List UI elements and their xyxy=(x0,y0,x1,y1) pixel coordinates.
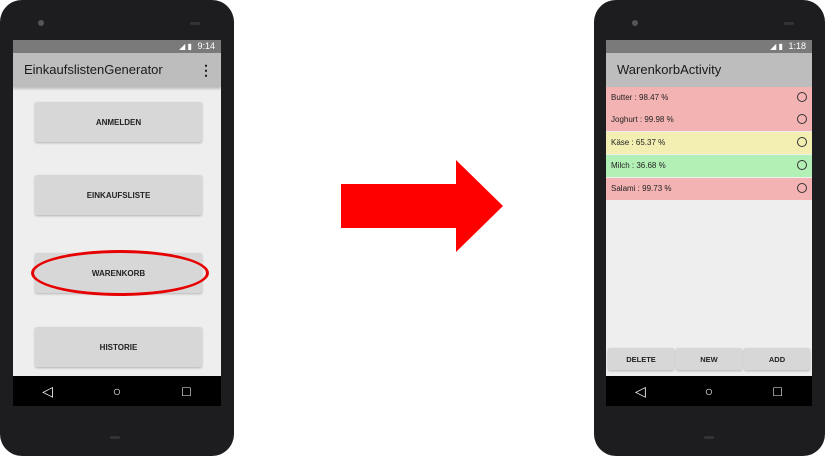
list-item[interactable]: Butter : 98.47 % xyxy=(606,87,812,109)
app-title: EinkaufslistenGenerator xyxy=(24,62,163,77)
right-arrow-icon xyxy=(341,160,503,252)
item-label: Joghurt : 99.98 % xyxy=(611,115,674,124)
speaker-bottom xyxy=(704,436,714,439)
left-phone: ◢ ▮ 9:14 EinkaufslistenGenerator ⋮ ANMEL… xyxy=(0,0,234,456)
left-screen: ◢ ▮ 9:14 EinkaufslistenGenerator ⋮ ANMEL… xyxy=(13,40,221,406)
app-bar: WarenkorbActivity xyxy=(606,53,812,87)
einkaufsliste-button[interactable]: EINKAUFSLISTE xyxy=(35,175,202,215)
delete-button[interactable]: DELETE xyxy=(608,348,674,370)
list-item[interactable]: Käse : 65.37 % xyxy=(606,132,812,154)
item-label: Milch : 36.68 % xyxy=(611,161,666,170)
add-button[interactable]: ADD xyxy=(744,348,810,370)
nav-bar: ◁ ○ □ xyxy=(606,376,812,406)
signal-battery-icon: ◢ ▮ xyxy=(770,42,783,51)
item-label: Butter : 98.47 % xyxy=(611,93,669,102)
radio-button[interactable] xyxy=(797,114,807,124)
radio-button[interactable] xyxy=(797,92,807,102)
status-time: 9:14 xyxy=(197,41,215,51)
right-screen: ◢ ▮ 1:18 WarenkorbActivity Butter : 98.4… xyxy=(606,40,812,406)
list-item[interactable]: Milch : 36.68 % xyxy=(606,155,812,177)
back-icon[interactable]: ◁ xyxy=(625,383,655,400)
radio-button[interactable] xyxy=(797,160,807,170)
list-item[interactable]: Salami : 99.73 % xyxy=(606,178,812,200)
status-time: 1:18 xyxy=(788,41,806,51)
home-icon[interactable]: ○ xyxy=(102,383,132,399)
anmelden-button[interactable]: ANMELDEN xyxy=(35,102,202,142)
back-icon[interactable]: ◁ xyxy=(33,383,63,400)
camera-icon xyxy=(632,20,638,26)
more-vert-icon[interactable]: ⋮ xyxy=(199,53,213,87)
home-icon[interactable]: ○ xyxy=(694,383,724,399)
sensor xyxy=(784,22,794,25)
radio-button[interactable] xyxy=(797,137,807,147)
radio-button[interactable] xyxy=(797,183,807,193)
nav-bar: ◁ ○ □ xyxy=(13,376,221,406)
sensor xyxy=(190,22,200,25)
status-bar: ◢ ▮ 9:14 xyxy=(13,40,221,53)
right-phone: ◢ ▮ 1:18 WarenkorbActivity Butter : 98.4… xyxy=(594,0,825,456)
recents-icon[interactable]: □ xyxy=(171,383,201,399)
new-button[interactable]: NEW xyxy=(676,348,742,370)
signal-battery-icon: ◢ ▮ xyxy=(179,42,192,51)
warenkorb-button[interactable]: WARENKORB xyxy=(35,253,202,293)
recents-icon[interactable]: □ xyxy=(763,383,793,399)
speaker-bottom xyxy=(110,436,120,439)
app-title: WarenkorbActivity xyxy=(617,62,722,77)
status-bar: ◢ ▮ 1:18 xyxy=(606,40,812,53)
item-label: Salami : 99.73 % xyxy=(611,184,672,193)
camera-icon xyxy=(38,20,44,26)
item-label: Käse : 65.37 % xyxy=(611,138,666,147)
list-item[interactable]: Joghurt : 99.98 % xyxy=(606,109,812,131)
app-bar: EinkaufslistenGenerator ⋮ xyxy=(13,53,221,87)
historie-button[interactable]: HISTORIE xyxy=(35,327,202,367)
